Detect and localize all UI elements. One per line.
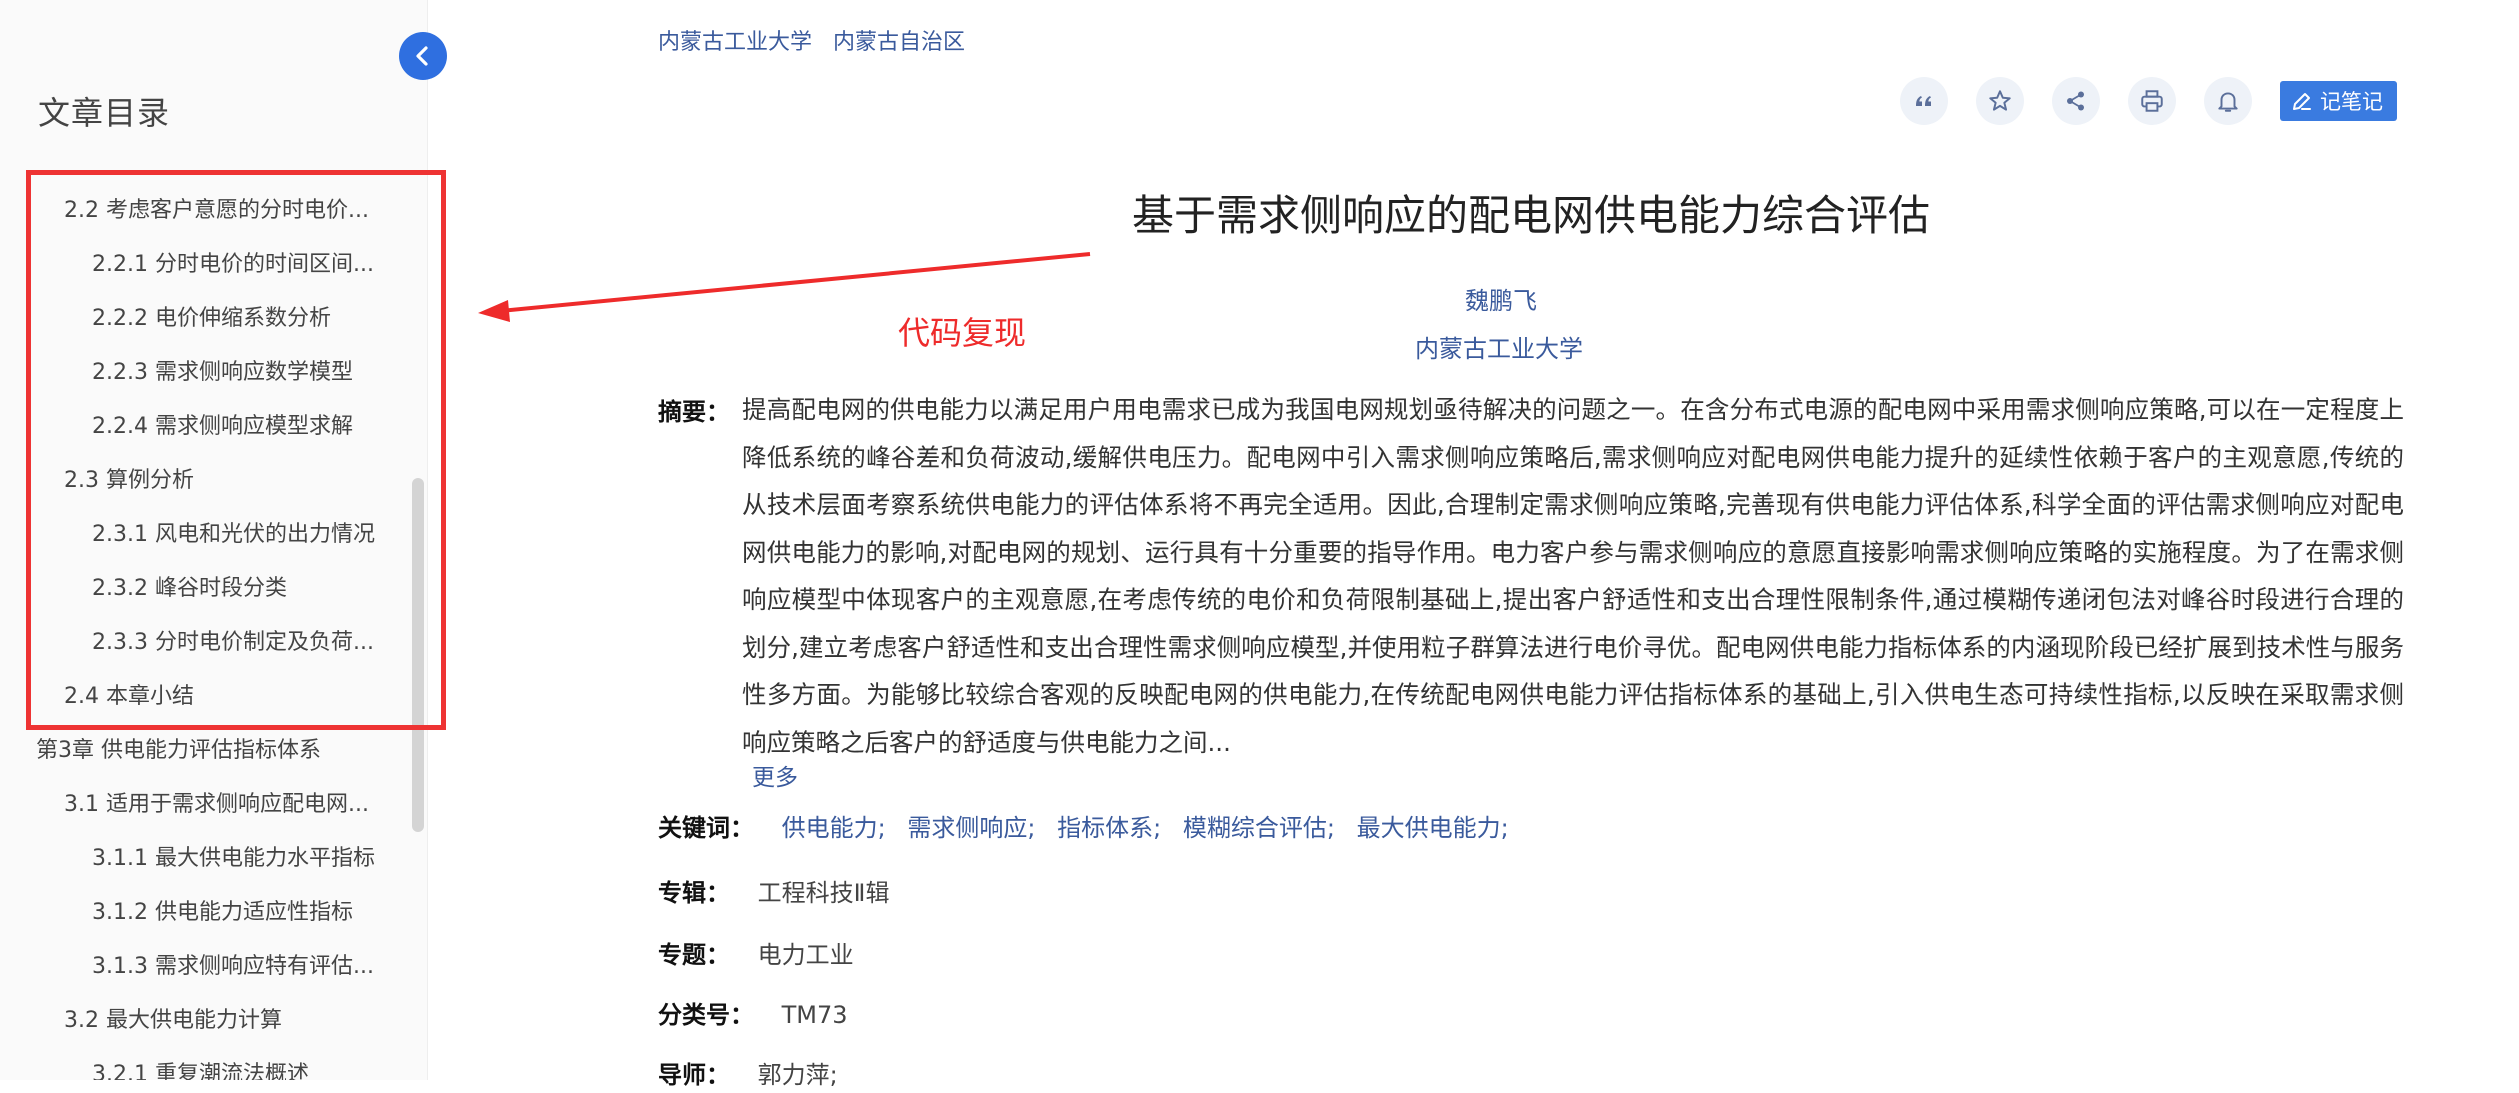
collapse-sidebar-button[interactable] <box>399 32 447 80</box>
abstract-label: 摘要： <box>658 398 730 426</box>
toc-sidebar: 文章目录 2.2 考虑客户意愿的分时电价... 2.2.1 分时电价的时间区间..… <box>0 0 428 1080</box>
paper-title: 基于需求侧响应的配电网供电能力综合评估 <box>1131 191 1930 240</box>
toc-item[interactable]: 3.2.1 重复潮流法概述 <box>0 1048 410 1080</box>
toc-item[interactable]: 2.3.3 分时电价制定及负荷... <box>0 616 410 670</box>
print-button[interactable] <box>2128 77 2176 125</box>
share-button[interactable] <box>2052 77 2100 125</box>
topic-label: 专题： <box>658 941 730 969</box>
star-icon <box>1989 90 2011 111</box>
favorite-button[interactable] <box>1976 77 2024 125</box>
author-link[interactable]: 魏鹏飞 <box>1465 281 1537 316</box>
toc-item[interactable]: 第3章 供电能力评估指标体系 <box>0 724 410 778</box>
series-value: 工程科技Ⅱ辑 <box>757 879 890 907</box>
toc-item[interactable]: 2.4 本章小结 <box>0 670 410 724</box>
article-toolbar: 记笔记 <box>1900 76 2397 126</box>
topic-value: 电力工业 <box>757 941 854 969</box>
pencil-icon <box>2293 93 2311 110</box>
advisor-row: 导师： 郭力萍; <box>658 1057 838 1093</box>
share-icon <box>2067 91 2084 111</box>
keyword-link[interactable]: 模糊综合评估; <box>1183 814 1335 842</box>
toc-item[interactable]: 2.2.2 电价伸缩系数分析 <box>0 292 410 346</box>
toc-item[interactable]: 3.1 适用于需求侧响应配电网... <box>0 778 410 832</box>
annotation-label: 代码复现 <box>898 314 1027 352</box>
class-label: 分类号： <box>658 1001 754 1029</box>
advisor-label: 导师： <box>658 1061 730 1089</box>
keywords-label: 关键词： <box>658 814 754 842</box>
toc-item[interactable]: 2.3.1 风电和光伏的出力情况 <box>0 508 410 562</box>
toc-title: 文章目录 <box>38 94 171 132</box>
breadcrumb: 内蒙古工业大学 内蒙古自治区 <box>658 24 979 56</box>
chevron-left-icon <box>416 46 428 66</box>
cite-button[interactable] <box>1900 77 1948 125</box>
print-icon <box>2141 90 2163 112</box>
toc-item[interactable]: 3.1.1 最大供电能力水平指标 <box>0 832 410 886</box>
toc-item[interactable]: 2.2.3 需求侧响应数学模型 <box>0 346 410 400</box>
keyword-link[interactable]: 指标体系; <box>1057 814 1161 842</box>
topic-row: 专题： 电力工业 <box>658 937 854 973</box>
keyword-link[interactable]: 供电能力; <box>782 814 886 842</box>
series-label: 专辑： <box>658 879 730 907</box>
keywords-row: 关键词： 供电能力; 需求侧响应; 指标体系; 模糊综合评估; 最大供电能力; <box>658 810 1523 846</box>
toc-item[interactable]: 2.2.1 分时电价的时间区间... <box>0 238 410 292</box>
take-note-label: 记笔记 <box>2320 90 2383 114</box>
series-row: 专辑： 工程科技Ⅱ辑 <box>658 875 889 911</box>
keyword-link[interactable]: 需求侧响应; <box>907 814 1035 842</box>
abstract-more-link[interactable]: 更多 <box>752 758 798 792</box>
toc-list: 2.2 考虑客户意愿的分时电价... 2.2.1 分时电价的时间区间... 2.2.… <box>0 184 410 1080</box>
quote-icon <box>1916 96 1931 106</box>
take-note-button[interactable]: 记笔记 <box>2280 81 2397 121</box>
abstract-text: 提高配电网的供电能力以满足用户用电需求已成为我国电网规划亟待解决的问题之一。在含… <box>742 395 2404 757</box>
class-value: TM73 <box>781 1001 848 1029</box>
toc-item[interactable]: 3.1.2 供电能力适应性指标 <box>0 886 410 940</box>
bell-icon <box>2218 92 2238 112</box>
breadcrumb-institution[interactable]: 内蒙古工业大学 <box>658 30 812 55</box>
class-row: 分类号： TM73 <box>658 997 848 1033</box>
toc-item[interactable]: 3.2 最大供电能力计算 <box>0 994 410 1048</box>
toc-item[interactable]: 2.2.4 需求侧响应模型求解 <box>0 400 410 454</box>
subscribe-button[interactable] <box>2204 77 2252 125</box>
keyword-link[interactable]: 最大供电能力; <box>1357 814 1509 842</box>
breadcrumb-region[interactable]: 内蒙古自治区 <box>833 30 965 55</box>
toc-scrollbar[interactable] <box>412 478 424 832</box>
affiliation-link[interactable]: 内蒙古工业大学 <box>1415 329 1583 364</box>
toc-item[interactable]: 2.3 算例分析 <box>0 454 410 508</box>
toc-item[interactable]: 3.1.3 需求侧响应特有评估... <box>0 940 410 994</box>
advisor-value[interactable]: 郭力萍; <box>758 1061 838 1089</box>
toc-item[interactable]: 2.3.2 峰谷时段分类 <box>0 562 410 616</box>
toc-item[interactable]: 2.2 考虑客户意愿的分时电价... <box>0 184 410 238</box>
